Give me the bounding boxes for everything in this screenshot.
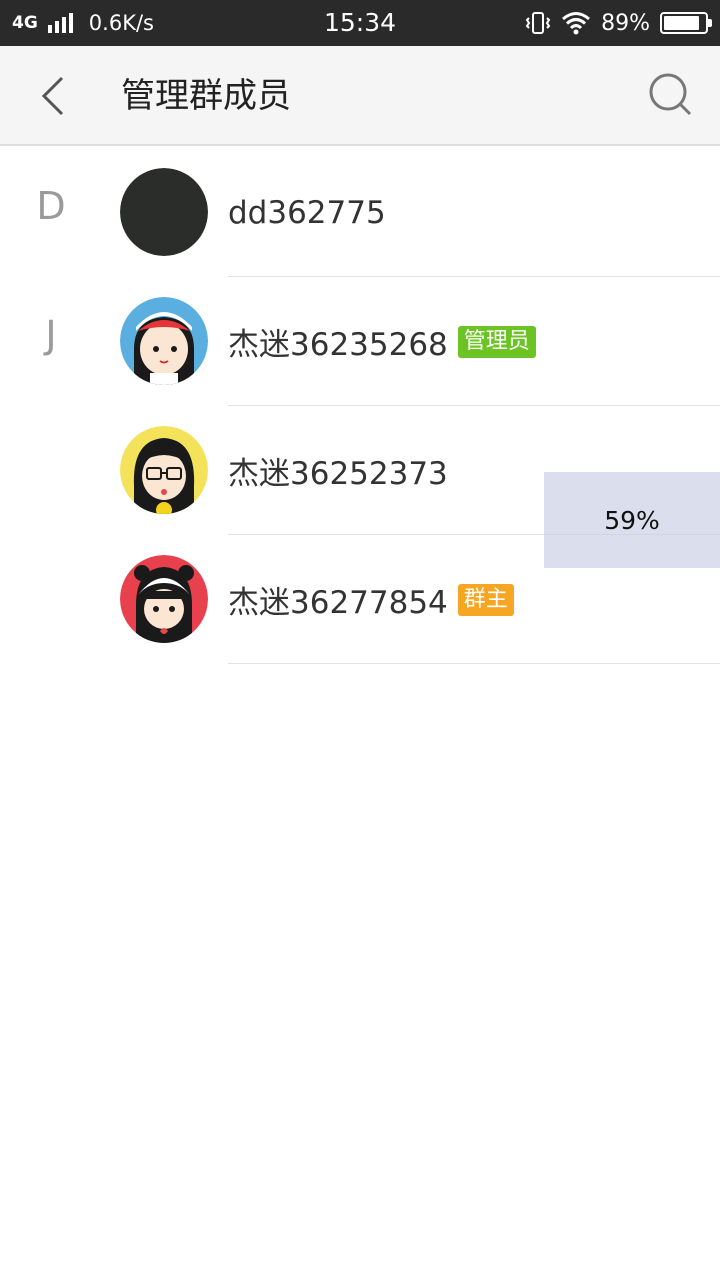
member-info: 杰迷36252373 [228, 406, 448, 535]
list-item[interactable]: J 杰迷36235268 管理员 [0, 277, 720, 406]
member-info: 杰迷36235268 管理员 [228, 277, 536, 406]
section-index-letter: J [45, 313, 57, 357]
avatar [120, 426, 208, 514]
member-info: 杰迷36277854 群主 [228, 535, 514, 664]
page-title: 管理群成员 [121, 76, 291, 116]
search-button[interactable] [646, 70, 698, 122]
section-index-letter: D [36, 184, 66, 228]
member-name: 杰迷36235268 [228, 327, 448, 363]
member-name: 杰迷36277854 [228, 585, 448, 621]
avatar [120, 297, 208, 385]
vibrate-icon [525, 12, 551, 34]
back-button[interactable] [22, 68, 82, 124]
status-bar: 4G 0.6K/s 15:34 89% [0, 0, 720, 46]
member-info: dd362775 [228, 148, 386, 277]
member-name: dd362775 [228, 194, 386, 231]
status-right: 89% [525, 0, 712, 46]
battery-level [664, 16, 700, 30]
app-toolbar: 管理群成员 [0, 46, 720, 146]
battery-percent: 89% [601, 10, 650, 36]
battery-icon [660, 12, 712, 34]
admin-badge: 管理员 [457, 325, 536, 358]
progress-text: 59% [604, 505, 660, 535]
member-name: 杰迷36252373 [228, 456, 448, 492]
avatar-image [120, 555, 208, 643]
search-icon [649, 73, 692, 116]
avatar-image [120, 168, 208, 256]
avatar-image [120, 297, 208, 385]
chevron-left-icon [41, 76, 64, 116]
list-item[interactable]: D dd362775 [0, 148, 720, 277]
divider [228, 663, 720, 664]
member-list: D dd362775 J 杰迷36235268 管理员 杰迷36252373 杰… [0, 148, 720, 664]
avatar-image [120, 426, 208, 514]
progress-overlay: 59% [544, 472, 720, 568]
avatar [120, 555, 208, 643]
wifi-icon [562, 12, 591, 35]
owner-badge: 群主 [457, 583, 514, 616]
avatar [120, 168, 208, 256]
